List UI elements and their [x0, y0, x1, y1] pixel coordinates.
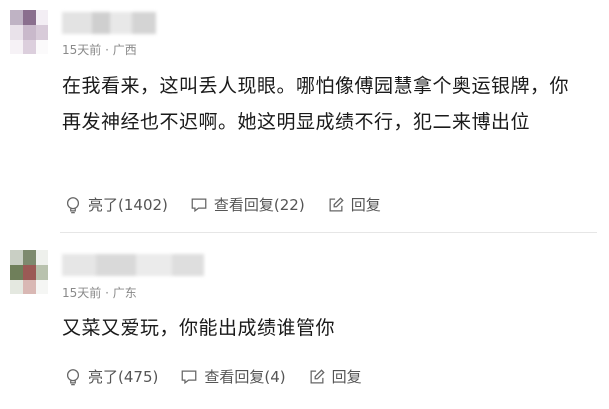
- username-blurred[interactable]: [62, 12, 156, 34]
- comment-actions: 亮了(1402) 查看回复(22) 回复: [64, 194, 403, 215]
- view-replies-button[interactable]: 查看回复(4): [180, 366, 286, 387]
- like-count: 亮了(475): [88, 368, 159, 386]
- reply-label: 回复: [331, 368, 362, 386]
- username-blurred[interactable]: [62, 254, 204, 276]
- speech-bubble-icon: [191, 198, 207, 212]
- avatar[interactable]: [10, 10, 48, 54]
- lightbulb-icon: [66, 196, 80, 213]
- reply-count: 查看回复(4): [204, 368, 286, 386]
- view-replies-button[interactable]: 查看回复(22): [190, 194, 305, 215]
- comment-item: 15天前 · 广东 又菜又爱玩，你能出成绩谁管你 亮了(475) 查看回复(4)…: [0, 238, 609, 409]
- comment-meta: 15天前 · 广西: [62, 41, 137, 58]
- comment-location: 广西: [112, 43, 137, 57]
- comment-location: 广东: [112, 286, 137, 300]
- like-count: 亮了(1402): [88, 196, 168, 214]
- meta-separator: ·: [105, 286, 109, 300]
- reply-label: 回复: [350, 196, 381, 214]
- comment-time: 15天前: [62, 43, 102, 57]
- avatar[interactable]: [10, 250, 48, 294]
- comment-divider: [60, 232, 597, 233]
- comment-text: 在我看来，这叫丢人现眼。哪怕像傅园慧拿个奥运银牌，你再发神经也不迟啊。她这明显成…: [62, 75, 570, 133]
- like-button[interactable]: 亮了(1402): [64, 194, 168, 215]
- meta-separator: ·: [105, 43, 109, 57]
- comment-text: 又菜又爱玩，你能出成绩谁管你: [62, 317, 336, 339]
- reply-button[interactable]: 回复: [308, 366, 362, 387]
- reply-count: 查看回复(22): [213, 196, 305, 214]
- lightbulb-icon: [66, 368, 80, 385]
- comment-item: 15天前 · 广西 在我看来，这叫丢人现眼。哪怕像傅园慧拿个奥运银牌，你再发神经…: [0, 0, 609, 232]
- comment-actions: 亮了(475) 查看回复(4) 回复: [64, 366, 384, 387]
- edit-pencil-icon: [329, 196, 344, 211]
- reply-button[interactable]: 回复: [327, 194, 381, 215]
- edit-pencil-icon: [310, 368, 325, 383]
- comment-time: 15天前: [62, 286, 102, 300]
- comment-meta: 15天前 · 广东: [62, 284, 137, 301]
- like-button[interactable]: 亮了(475): [64, 366, 158, 387]
- speech-bubble-icon: [181, 370, 197, 384]
